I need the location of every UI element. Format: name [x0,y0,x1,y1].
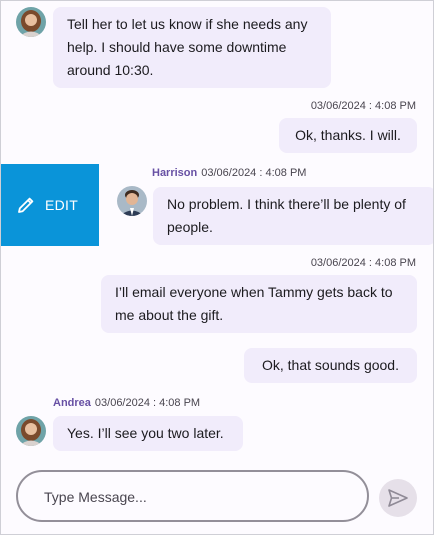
avatar-andrea [16,7,46,37]
swipe-edit-button[interactable]: EDIT [1,164,99,246]
avatar-harrison [117,186,147,216]
message-input-container [16,470,369,522]
message-timestamp: 03/06/2024 : 4:08 PM [94,397,201,409]
message-text: Tell her to let us know if she needs any… [67,16,308,78]
send-button[interactable] [379,479,417,517]
message-timestamp: 03/06/2024 : 4:08 PM [201,167,307,179]
message-input[interactable] [42,472,346,522]
message-bubble[interactable]: No problem. I think there’ll be plenty o… [153,187,433,245]
message-header: Andrea 03/06/2024 : 4:08 PM [53,397,200,409]
message-text: Ok, that sounds good. [262,357,399,373]
send-icon [388,489,408,507]
message-text: Yes. I’ll see you two later. [67,425,224,441]
message-bubble[interactable]: Ok, that sounds good. [244,348,417,383]
message-text: No problem. I think there’ll be plenty o… [167,196,406,235]
message-timestamp: 03/06/2024 : 4:08 PM [310,257,416,269]
author-name: Andrea [53,397,91,409]
message-timestamp: 03/06/2024 : 4:08 PM [310,100,416,112]
message-header: Harrison 03/06/2024 : 4:08 PM [152,167,306,179]
message-text: Ok, thanks. I will. [295,127,401,143]
chat-window: Tell her to let us know if she needs any… [0,0,434,535]
message-text: I’ll email everyone when Tammy gets back… [115,284,393,323]
author-name: Harrison [152,167,198,179]
message-bubble[interactable]: Ok, thanks. I will. [279,118,417,153]
avatar-andrea [16,416,46,446]
message-bubble[interactable]: Tell her to let us know if she needs any… [53,7,331,88]
pencil-icon [18,197,34,213]
message-bubble[interactable]: Yes. I’ll see you two later. [53,416,243,451]
message-bubble[interactable]: I’ll email everyone when Tammy gets back… [101,275,417,333]
swipe-edit-label: EDIT [45,197,79,213]
